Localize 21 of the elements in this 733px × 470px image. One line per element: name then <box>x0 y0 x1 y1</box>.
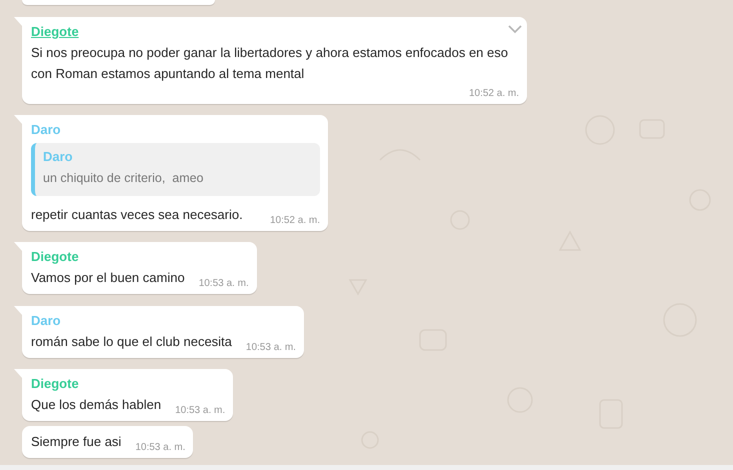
message-text: Que los demás hablen <box>31 396 162 414</box>
quoted-sender: Daro <box>43 148 73 166</box>
message-text: Si nos preocupa no poder ganar la libertadores y ahora estamos enfocados en eso con Roman estamos apuntando al tema mental <box>31 44 509 83</box>
sender-name[interactable]: Diegote <box>31 374 79 394</box>
sender-name[interactable]: Diegote <box>31 247 79 267</box>
message-text: román sabe lo que el club necesita <box>31 333 232 351</box>
message-time: 10:52 a. m. <box>270 214 320 228</box>
message-time: 10:53 a. m. <box>175 404 226 418</box>
message-time: 10:53 a. m. <box>198 277 249 291</box>
quoted-text: un chiquito de criterio, ameo <box>43 170 204 187</box>
chevron-down-icon[interactable] <box>508 25 522 34</box>
message-text: Vamos por el buen camino <box>31 269 185 287</box>
quoted-message[interactable]: Daro un chiquito de criterio, ameo <box>31 143 320 196</box>
message-text: Siempre fue asi <box>31 433 122 451</box>
sender-name[interactable]: Daro <box>31 311 61 331</box>
message-time: 10:52 a. m. <box>468 87 519 101</box>
sender-name[interactable]: Daro <box>31 120 61 140</box>
message-time: 10:53 a. m. <box>135 441 186 455</box>
message-text: repetir cuantas veces sea necesario. <box>31 206 244 224</box>
message-time: 10:53 a. m. <box>246 341 296 355</box>
sender-name[interactable]: Diegote <box>31 22 79 42</box>
